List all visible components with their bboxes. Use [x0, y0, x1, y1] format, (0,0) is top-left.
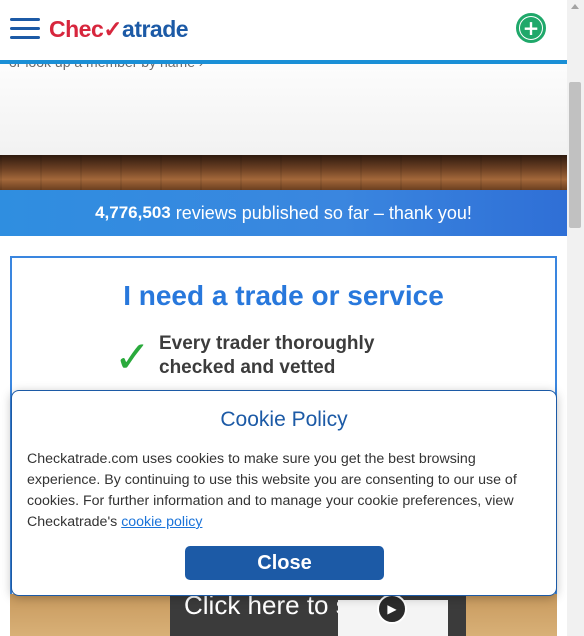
wood-floor-image [0, 155, 567, 190]
logo-tick-icon: ✓ [103, 16, 123, 42]
close-button[interactable]: Close [185, 546, 384, 580]
page: or look up a member by name › Chec✓atrad… [0, 0, 584, 636]
cookie-title: Cookie Policy [220, 408, 348, 431]
add-button-symbol: + [520, 17, 542, 39]
scroll-up-arrow-icon[interactable] [571, 4, 579, 9]
cookie-body: Checkatrade.com uses cookies to make sur… [27, 449, 543, 533]
promo-video-banner[interactable]: Click here to see how ▶ [10, 594, 557, 636]
scrollbar[interactable] [567, 0, 584, 636]
plus-circle-icon[interactable]: + [516, 13, 546, 43]
reviews-text: reviews published so far – thank you! [175, 202, 472, 223]
logo-text-part2: atrade [122, 16, 189, 42]
checkmark-icon: ✓ [114, 332, 151, 383]
vetted-text: Every trader thoroughly checked and vett… [159, 333, 375, 378]
checkatrade-logo[interactable]: Chec✓atrade [49, 16, 189, 43]
scrollbar-thumb[interactable] [569, 82, 581, 228]
cookie-body-text: Checkatrade.com uses cookies to make sur… [27, 451, 517, 530]
card-title: I need a trade or service [123, 280, 444, 311]
site-header: Chec✓atrade + [0, 0, 567, 64]
reviews-count: 4,776,503 [95, 203, 171, 222]
reviews-banner: 4,776,503 reviews published so far – tha… [0, 190, 567, 236]
cookie-policy-link[interactable]: cookie policy [121, 514, 202, 530]
video-panel: Click here to see how ▶ [170, 594, 466, 636]
play-icon[interactable]: ▶ [377, 594, 407, 624]
logo-text-part1: Chec [49, 16, 104, 42]
cookie-policy-dialog: Cookie Policy Checkatrade.com uses cooki… [11, 390, 557, 596]
hamburger-menu-icon[interactable] [10, 18, 40, 40]
